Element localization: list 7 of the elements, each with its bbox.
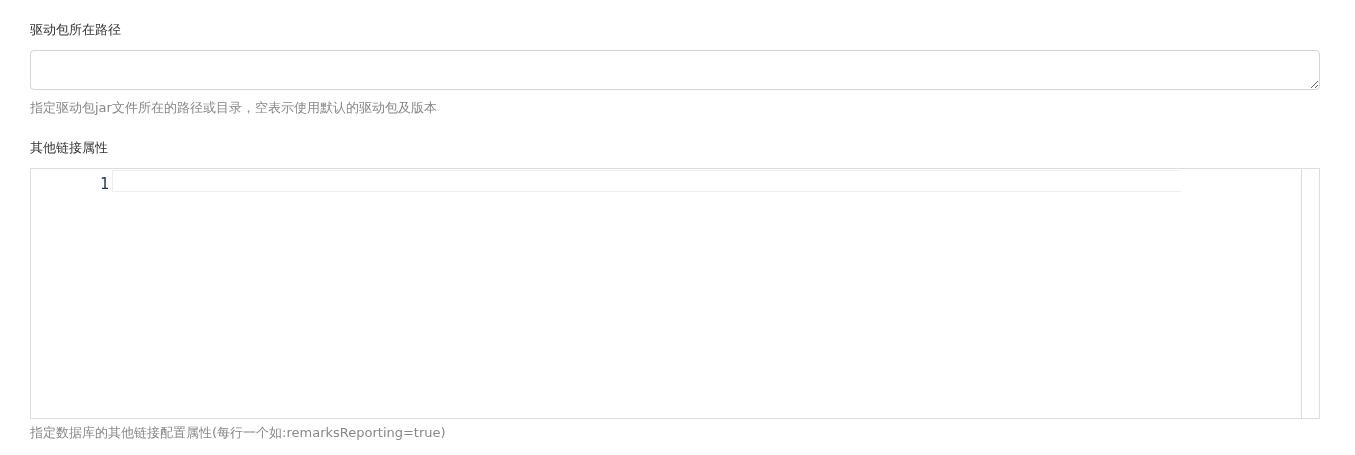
help-text: 指定驱动包jar文件所在的路径或目录，空表示使用默认的驱动包及版本 (30, 99, 438, 117)
field-label: 其他链接属性 (30, 139, 109, 157)
help-text: 指定数据库的其他链接配置属性(每行一个如:remarksReporting=true) (30, 424, 447, 442)
path-textarea[interactable] (30, 50, 1320, 90)
field-label: 驱动包所在路径 (30, 21, 122, 39)
code-editor[interactable]: 1 (30, 168, 1320, 419)
line-number: 1 (99, 174, 110, 195)
